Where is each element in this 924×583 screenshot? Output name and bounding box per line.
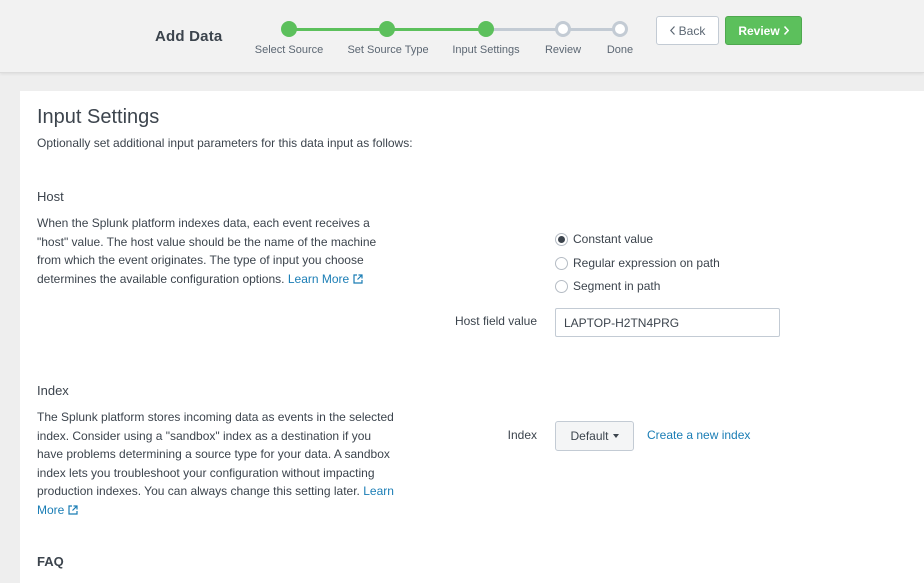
step-review-label: Review [544, 44, 582, 56]
host-option-label: Constant value [573, 232, 654, 246]
back-button-label: Back [678, 23, 706, 38]
host-field-value-input[interactable] [555, 308, 780, 337]
step-connector [486, 28, 563, 31]
index-section-heading: Index [37, 383, 69, 398]
host-option-regex-on-path[interactable]: Regular expression on path [555, 256, 720, 270]
host-option-label: Segment in path [573, 279, 661, 293]
faq-heading: FAQ [37, 554, 64, 569]
step-input-settings-label: Input Settings [452, 44, 520, 56]
index-description: The Splunk platform stores incoming data… [37, 408, 397, 519]
host-field-value-label: Host field value [454, 314, 537, 328]
step-connector [289, 28, 387, 31]
step-input-settings-dot [478, 21, 494, 37]
back-button[interactable]: Back [656, 16, 719, 45]
index-description-text: The Splunk platform stores incoming data… [37, 410, 394, 498]
index-dropdown[interactable]: Default [555, 421, 634, 451]
host-description: When the Splunk platform indexes data, e… [37, 214, 397, 288]
caret-down-icon [612, 434, 619, 438]
step-set-source-type-label: Set Source Type [347, 44, 429, 56]
step-select-source-dot [281, 21, 297, 37]
page-subtitle: Optionally set additional input paramete… [37, 136, 413, 150]
step-done-dot [612, 21, 628, 37]
chevron-right-icon [783, 24, 789, 38]
page-title: Input Settings [37, 106, 160, 128]
radio-checked-icon [555, 232, 568, 246]
radio-unchecked-icon [555, 279, 568, 293]
radio-unchecked-icon [555, 256, 568, 270]
step-select-source-label: Select Source [254, 44, 324, 56]
index-field-label: Index [507, 428, 537, 442]
host-option-segment-in-path[interactable]: Segment in path [555, 279, 660, 293]
host-option-label: Regular expression on path [573, 256, 720, 270]
step-set-source-type-dot [379, 21, 395, 37]
host-learn-more-label: Learn More [287, 271, 350, 286]
index-dropdown-value: Default [570, 429, 609, 443]
step-review-dot [555, 21, 571, 37]
wizard-header: Add Data Select Source Set Source Type I… [0, 0, 924, 73]
review-button[interactable]: Review [725, 16, 802, 45]
host-option-constant-value[interactable]: Constant value [555, 232, 653, 246]
step-done-label: Done [606, 44, 634, 56]
host-learn-more-link[interactable]: Learn More [288, 272, 363, 286]
host-section-heading: Host [37, 189, 64, 204]
external-link-icon [68, 504, 78, 515]
chevron-left-icon [669, 24, 675, 38]
review-button-label: Review [738, 23, 780, 38]
external-link-icon [353, 273, 363, 284]
step-connector [387, 28, 486, 31]
create-new-index-link[interactable]: Create a new index [647, 428, 750, 442]
